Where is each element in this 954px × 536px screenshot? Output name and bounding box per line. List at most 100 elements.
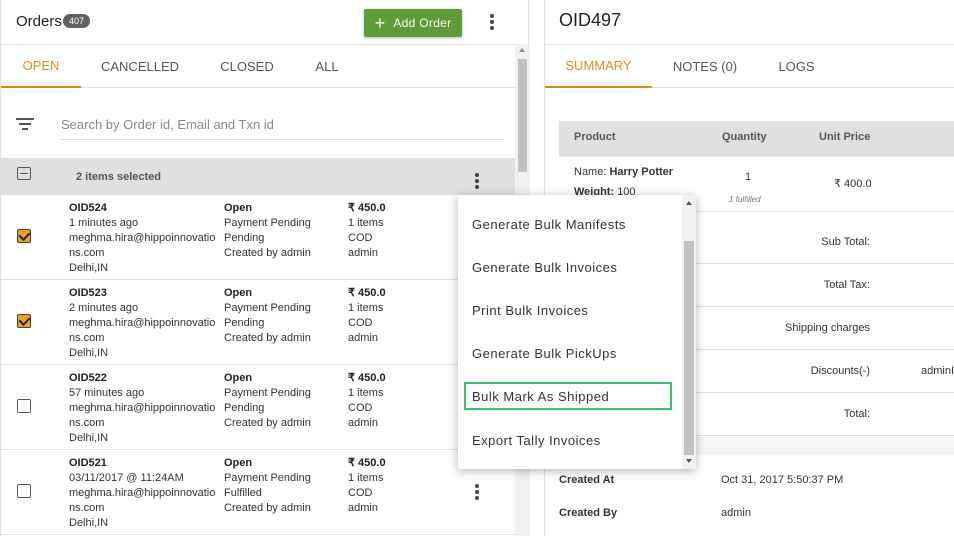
payment-status: Payment Pending [224,217,311,229]
order-amount: ₹ 450.0 [348,457,386,469]
order-status-tabs: OPEN CANCELLED CLOSED ALL [1,44,515,88]
menu-item-export-tally-invoices[interactable]: Export Tally Invoices [464,426,672,454]
order-user: admin [348,417,378,429]
search-input[interactable] [61,110,505,140]
order-id: OID522 [69,372,107,384]
product-header: Product [574,131,616,143]
orders-count-badge: 407 [63,14,91,28]
tab-cancelled[interactable]: CANCELLED [81,45,199,88]
row-checkbox[interactable] [17,484,31,498]
menu-item-bulk-mark-as-shipped[interactable]: Bulk Mark As Shipped [464,382,672,410]
order-id: OID524 [69,202,107,214]
created-at-value: Oct 31, 2017 5:50:37 PM [721,474,844,486]
order-id: OID521 [69,457,107,469]
payment-method: COD [348,232,373,244]
add-order-button[interactable]: + Add Order [364,9,462,37]
selection-bar: 2 items selected [1,158,515,195]
order-user: admin [348,332,378,344]
payment-status: Payment Pending [224,387,311,399]
payment-method: COD [348,317,373,329]
scroll-up-icon[interactable] [519,48,525,52]
order-email: meghma.hira@hippoinnovations.com [69,232,216,259]
payment-status: Payment Pending [224,472,311,484]
product-unit-price: ₹ 400.0 [834,178,872,190]
fulfillment-status: Pending [224,402,265,414]
created-by-label: Created By [559,507,618,519]
tab-notes[interactable]: NOTES (0) [652,45,758,88]
tab-closed[interactable]: CLOSED [199,45,295,88]
row-checkbox[interactable] [17,229,31,243]
order-location: Delhi,IN [69,517,109,529]
order-status: Open [224,457,253,469]
order-status: Open [224,372,253,384]
order-location: Delhi,IN [69,432,109,444]
discount-value: adminI [921,365,954,377]
tab-summary[interactable]: SUMMARY [545,45,652,88]
created-by: Created by admin [224,502,311,514]
fulfilled-count: 1 fulfilled [729,195,761,204]
fulfillment-status: Fulfilled [224,487,262,499]
bulk-actions-icon[interactable] [471,173,483,189]
table-row[interactable]: OID524 1 minutes ago meghma.hira@hippoin… [1,195,515,280]
order-email: meghma.hira@hippoinnovations.com [69,487,216,514]
created-by: Created by admin [224,247,311,259]
detail-tabs: SUMMARY NOTES (0) LOGS [545,44,954,88]
product-name-label: Name: [574,166,607,178]
order-id: OID523 [69,287,107,299]
scroll-down-icon[interactable] [686,459,692,463]
menu-scrollbar-thumb[interactable] [684,241,694,455]
order-email: meghma.hira@hippoinnovations.com [69,402,216,429]
order-time: 1 minutes ago [69,217,139,229]
add-order-label: Add Order [393,16,452,30]
menu-item-generate-bulk-manifests[interactable]: Generate Bulk Manifests [464,210,672,238]
created-by-row: Created By admin [559,497,954,530]
select-all-checkbox[interactable] [17,167,31,180]
order-time: 03/11/2017 @ 11:24AM [69,472,184,484]
menu-scrollbar[interactable] [682,195,696,469]
tab-logs[interactable]: LOGS [758,45,835,88]
product-quantity: 1 [745,171,752,183]
product-name: Harry Potter [609,166,674,178]
page-title: Orders [16,13,62,30]
product-table-header: Product Quantity Unit Price [559,121,954,157]
table-row[interactable]: OID523 2 minutes ago meghma.hira@hippoin… [1,280,515,365]
row-checkbox[interactable] [17,399,31,413]
order-time: 2 minutes ago [69,302,139,314]
row-more-icon[interactable] [471,484,483,500]
order-detail-title: OID497 [559,10,622,30]
table-row[interactable]: OID522 57 minutes ago meghma.hira@hippoi… [1,365,515,450]
quantity-header: Quantity [722,131,767,143]
menu-item-generate-bulk-invoices[interactable]: Generate Bulk Invoices [464,253,672,281]
order-items: 1 items [348,302,384,314]
subtotal-label: Sub Total: [821,236,870,248]
fulfillment-status: Pending [224,317,265,329]
tab-all[interactable]: ALL [295,45,359,88]
filter-icon[interactable] [16,118,34,133]
order-user: admin [348,502,378,514]
row-checkbox[interactable] [17,314,31,328]
unit-price-header: Unit Price [819,131,871,143]
menu-item-print-bulk-invoices[interactable]: Print Bulk Invoices [464,296,672,324]
order-amount: ₹ 450.0 [348,372,386,384]
order-items: 1 items [348,472,384,484]
order-items: 1 items [348,217,384,229]
header-more-icon[interactable] [486,14,498,30]
tab-open[interactable]: OPEN [1,45,81,88]
bulk-actions-menu: Generate Bulk Manifests Generate Bulk In… [458,195,696,469]
discount-label: Discounts(-) [810,365,870,377]
orders-panel: Orders 407 + Add Order OPEN CANCELLED CL… [0,0,530,536]
plus-icon: + [374,13,386,33]
scroll-up-icon[interactable] [686,201,692,205]
menu-item-generate-bulk-pickups[interactable]: Generate Bulk PickUps [464,339,672,367]
shipping-label: Shipping charges [784,322,870,334]
order-email: meghma.hira@hippoinnovations.com [69,317,216,344]
order-user: admin [348,247,378,259]
order-amount: ₹ 450.0 [348,287,386,299]
order-status: Open [224,287,253,299]
order-location: Delhi,IN [69,262,109,274]
table-row[interactable]: OID521 03/11/2017 @ 11:24AM meghma.hira@… [1,450,515,535]
order-items: 1 items [348,387,384,399]
order-status: Open [224,202,253,214]
orders-header: Orders 407 + Add Order [1,0,529,44]
scrollbar-thumb[interactable] [518,59,527,172]
